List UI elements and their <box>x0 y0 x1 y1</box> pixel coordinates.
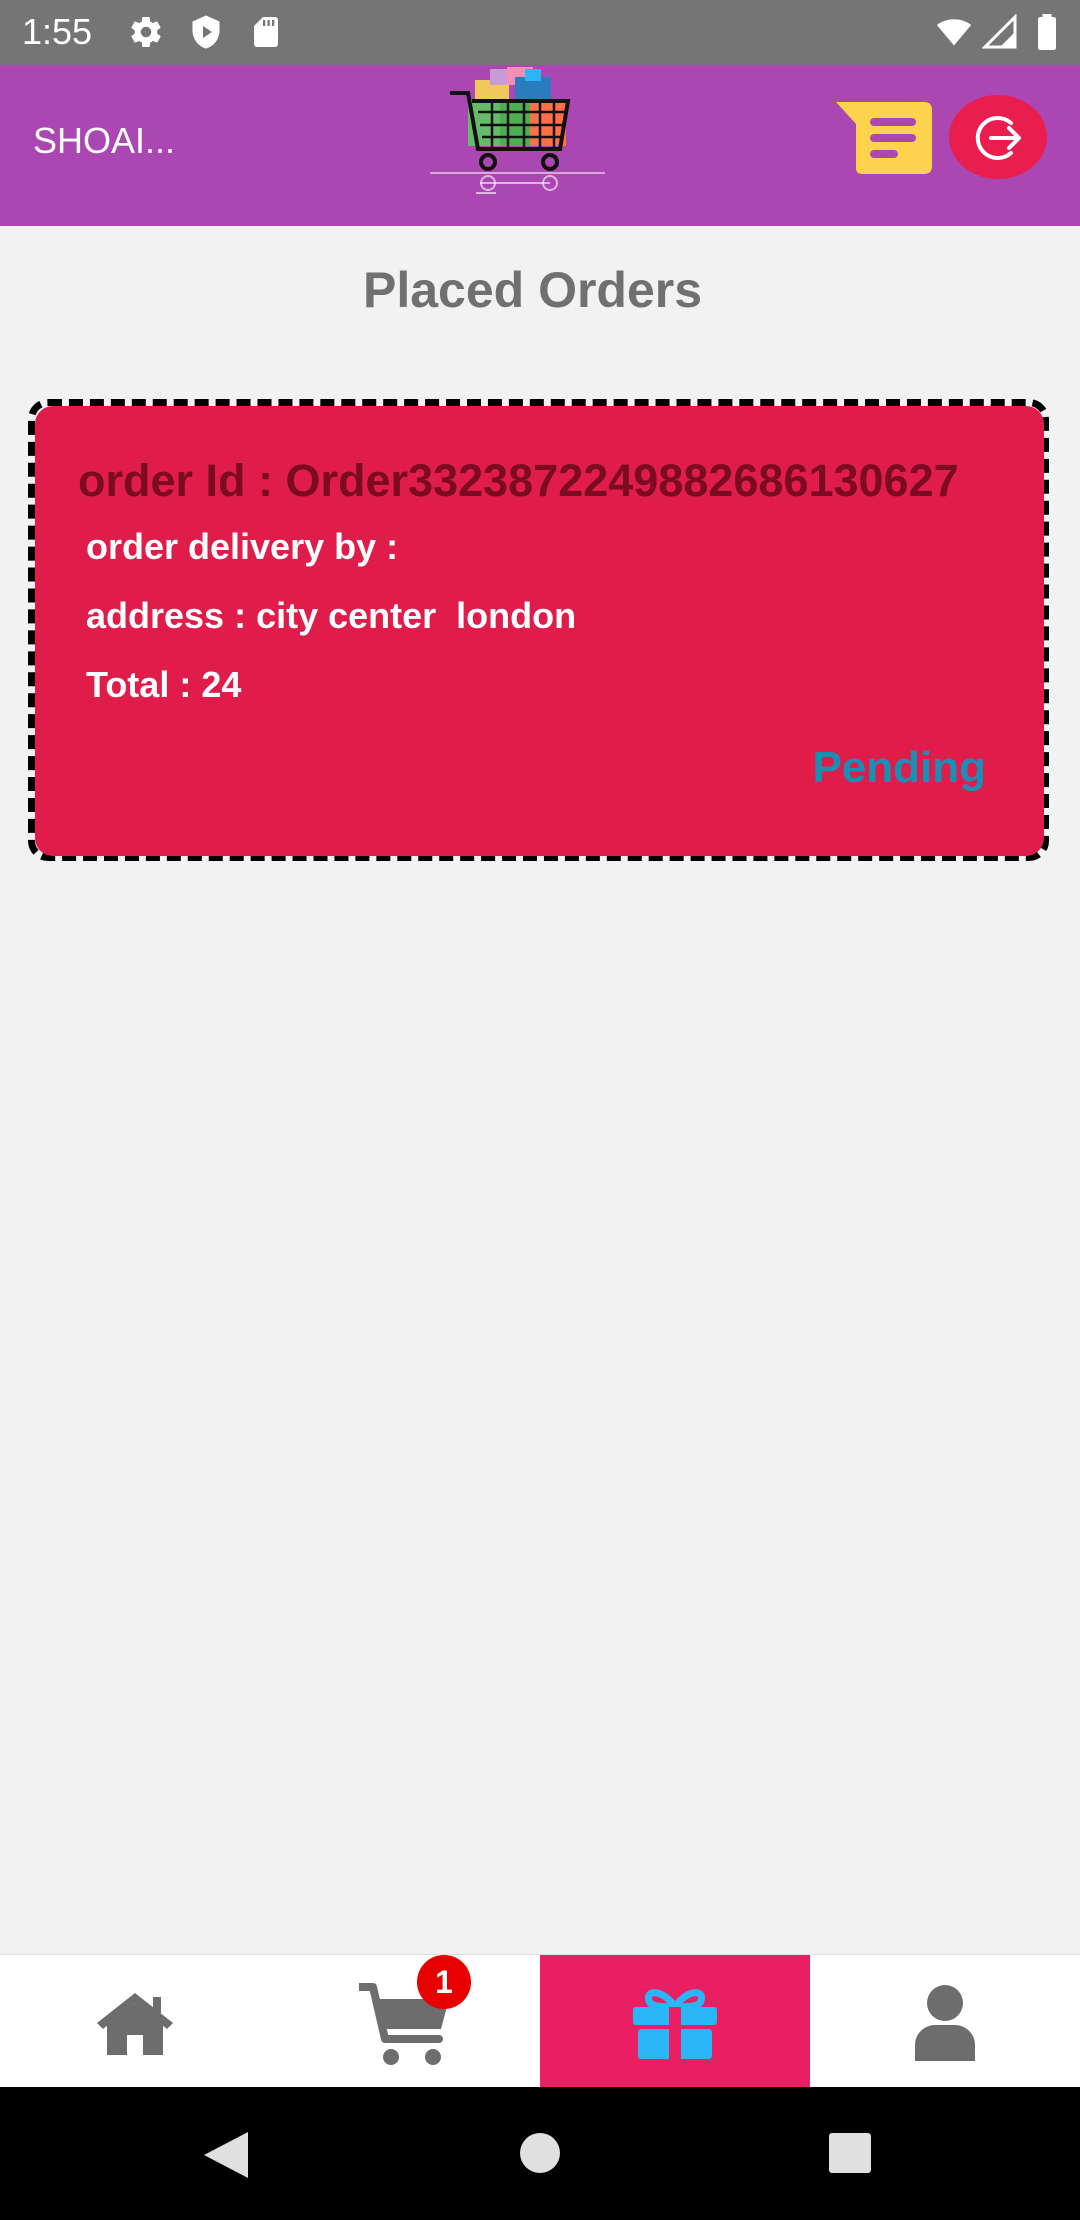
messages-icon <box>836 102 932 174</box>
back-icon[interactable] <box>204 2132 248 2178</box>
nav-cart[interactable] <box>270 1955 540 2088</box>
status-time: 1:55 <box>22 11 93 52</box>
status-bar: 1:55 <box>0 0 1080 65</box>
battery-icon <box>1038 14 1056 50</box>
cart-count-badge: 1 <box>417 1955 471 2009</box>
wifi-icon <box>936 19 972 46</box>
order-status-badge: Pending <box>812 743 986 792</box>
order-total: Total : 24 <box>86 664 242 705</box>
recents-square-icon[interactable] <box>829 2133 871 2173</box>
order-id: order Id : Order33238722498826861306​27 <box>78 455 959 506</box>
app-bar: SHOAI... <box>0 65 1080 226</box>
settings-gear-icon <box>131 17 161 48</box>
order-address: address : city center london <box>86 595 577 636</box>
system-nav <box>0 2087 1080 2220</box>
home-circle-icon[interactable] <box>519 2132 561 2174</box>
order-delivery-by: order delivery by : <box>86 526 399 567</box>
gift-icon <box>633 1989 717 2059</box>
shopping-cart-logo <box>430 67 605 194</box>
page-title: Placed Orders <box>362 262 703 318</box>
user-icon <box>915 1985 975 2061</box>
nav-profile[interactable] <box>810 1955 1080 2088</box>
logout-icon <box>975 116 1021 160</box>
nav-home[interactable] <box>0 1955 270 2088</box>
order-card[interactable]: order Id : Order33238722498826861306​27 … <box>35 406 1044 856</box>
logout-button[interactable] <box>949 95 1047 179</box>
bottom-nav <box>0 1954 1080 2088</box>
signal-icon <box>982 14 1017 49</box>
nav-gifts[interactable] <box>540 1955 810 2088</box>
home-icon <box>97 1993 173 2055</box>
user-name: SHOAI... <box>33 120 176 161</box>
shield-play-icon <box>192 15 220 49</box>
sd-card-icon <box>254 17 278 47</box>
messages-button[interactable] <box>836 98 932 174</box>
